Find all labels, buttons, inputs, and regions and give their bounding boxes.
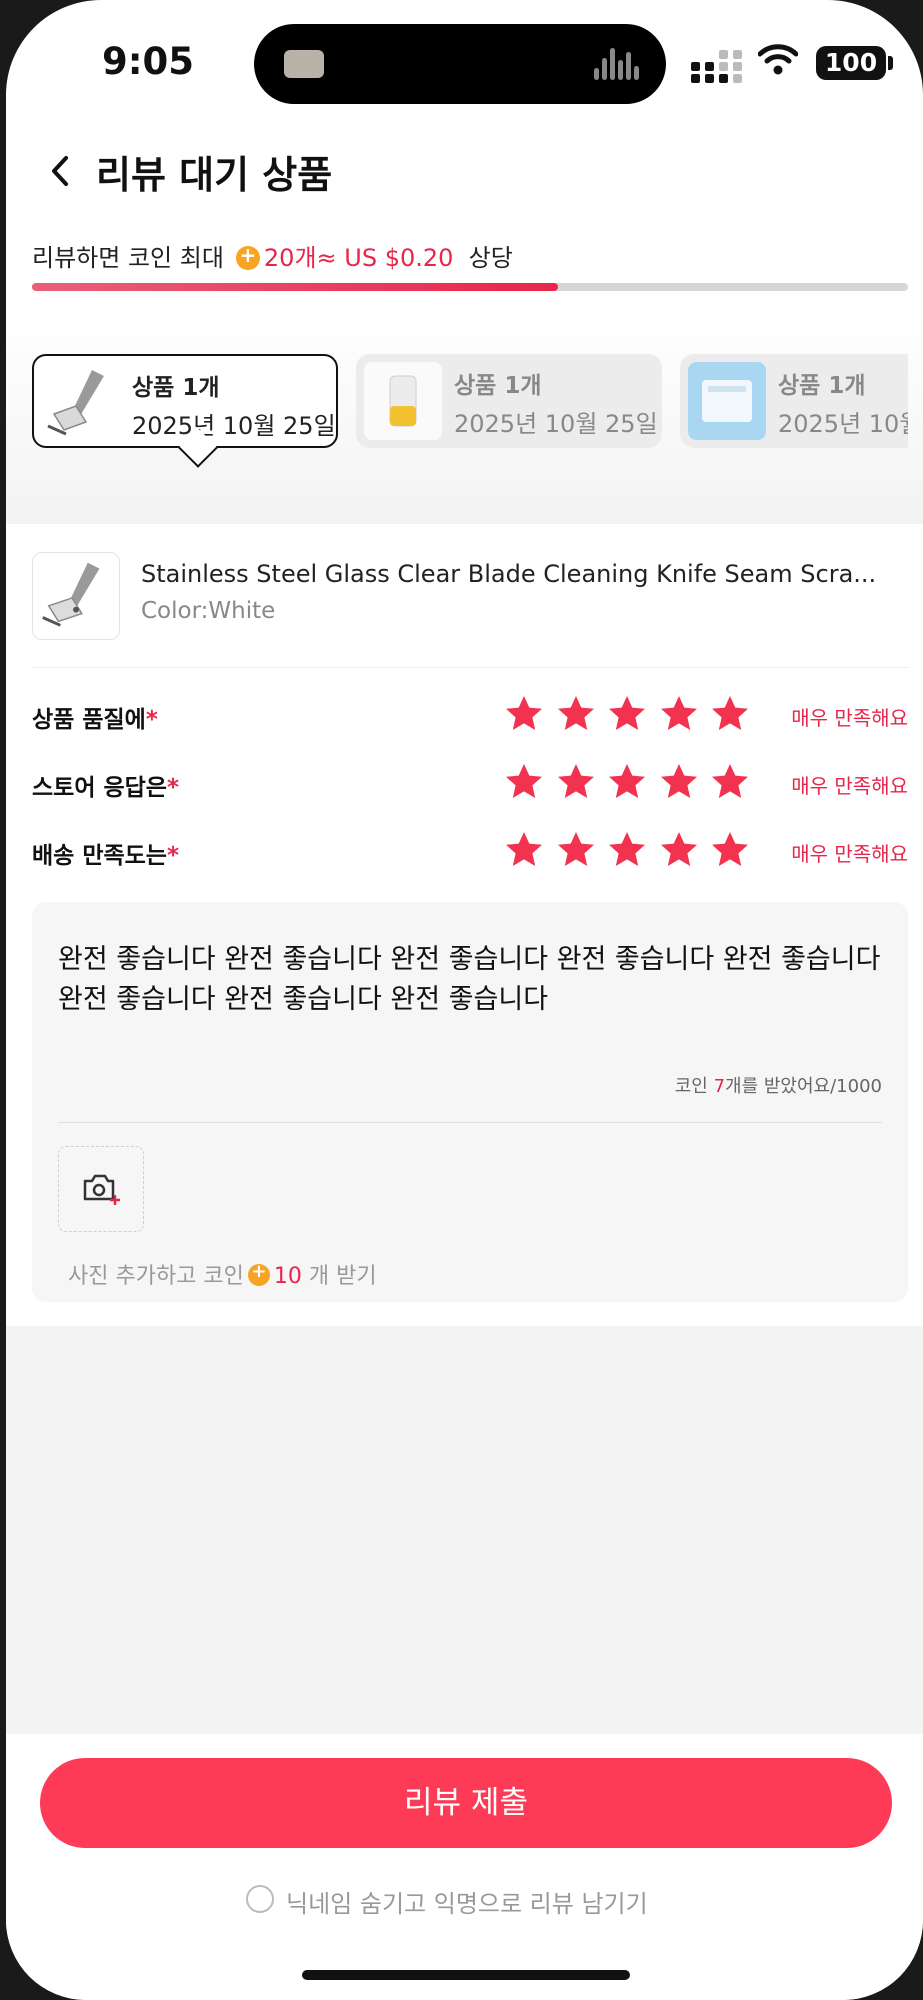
- add-photo-button[interactable]: [58, 1146, 144, 1232]
- status-bar: 9:05 100: [6, 0, 923, 120]
- star-icon[interactable]: [659, 762, 699, 802]
- reward-prefix: 리뷰하면 코인 최대: [32, 244, 224, 272]
- page-header: 리뷰 대기 상품: [6, 130, 923, 220]
- star-icon[interactable]: [504, 694, 544, 734]
- chevron-left-icon[interactable]: [40, 146, 80, 196]
- anonymous-radio[interactable]: [246, 1885, 274, 1913]
- empty-area: [6, 1326, 923, 1734]
- coin-icon: [247, 1261, 270, 1286]
- rating-text: 매우 만족해요: [791, 774, 908, 798]
- rating-label: 상품 품질에*: [32, 707, 158, 733]
- star-icon[interactable]: [504, 762, 544, 802]
- star-rating[interactable]: [504, 690, 764, 740]
- rating-text: 매우 만족해요: [791, 706, 908, 730]
- review-input-box[interactable]: 완전 좋습니다 완전 좋습니다 완전 좋습니다 완전 좋습니다 완전 좋습니다 …: [32, 902, 908, 1302]
- page-title: 리뷰 대기 상품: [96, 153, 333, 197]
- submit-review-button[interactable]: 리뷰 제출: [40, 1758, 892, 1848]
- rating-label: 스토어 응답은*: [32, 775, 179, 801]
- tab-date: 2025년 10월 25일: [454, 410, 658, 438]
- star-icon[interactable]: [607, 694, 647, 734]
- star-icon[interactable]: [710, 762, 750, 802]
- camera-plus-icon: [83, 1174, 120, 1205]
- rating-row-store-response: 스토어 응답은* 매우 만족해요: [32, 758, 908, 808]
- reward-banner: 리뷰하면 코인 최대 20개≈ US $0.20 상당: [32, 238, 513, 273]
- required-mark: *: [145, 707, 158, 733]
- cellular-signal-icon: [691, 50, 743, 83]
- tab-title: 상품 1개: [778, 373, 866, 399]
- star-icon[interactable]: [556, 694, 596, 734]
- product-tab-2[interactable]: 상품 1개 2025년 10월 25일: [356, 354, 662, 448]
- star-rating[interactable]: [504, 758, 764, 808]
- anonymous-label: 닉네임 숨기고 익명으로 리뷰 남기기: [286, 1890, 648, 1918]
- product-tabs: 상품 1개 2025년 10월 25일 상품 1개 2025년 10월 25일: [6, 310, 923, 524]
- rating-label: 배송 만족도는*: [32, 843, 179, 869]
- divider: [32, 667, 908, 668]
- battery-tip: [888, 56, 893, 70]
- review-form: Stainless Steel Glass Clear Blade Cleani…: [6, 524, 923, 1324]
- tab-title: 상품 1개: [454, 373, 542, 399]
- reward-progress-bar: [32, 283, 908, 291]
- rating-row-quality: 상품 품질에* 매우 만족해요: [32, 690, 908, 740]
- product-name: Stainless Steel Glass Clear Blade Cleani…: [141, 560, 877, 588]
- star-rating[interactable]: [504, 826, 764, 876]
- photo-coin-note: 사진 추가하고 코인10 개 받기: [68, 1258, 377, 1290]
- divider: [58, 1122, 882, 1123]
- star-icon[interactable]: [607, 762, 647, 802]
- product-image: [32, 552, 120, 640]
- required-mark: *: [166, 775, 179, 801]
- star-icon[interactable]: [556, 830, 596, 870]
- star-icon[interactable]: [607, 830, 647, 870]
- phone-screen: 9:05 100 리뷰 대기 상품 리뷰하면 코인 최대20개≈ US $0.2: [6, 0, 923, 2000]
- star-icon[interactable]: [659, 830, 699, 870]
- status-time: 9:05: [102, 40, 195, 83]
- product-variant: Color:White: [141, 598, 276, 624]
- home-indicator: [302, 1970, 630, 1980]
- review-textarea[interactable]: 완전 좋습니다 완전 좋습니다 완전 좋습니다 완전 좋습니다 완전 좋습니다 …: [58, 940, 888, 1020]
- wifi-icon: [758, 44, 798, 75]
- reward-progress-fill: [32, 283, 558, 291]
- star-icon[interactable]: [556, 762, 596, 802]
- required-mark: *: [166, 843, 179, 869]
- reward-amount: 20개≈ US $0.20: [263, 244, 454, 272]
- star-icon[interactable]: [710, 694, 750, 734]
- coin-earned-note: 코인 7개를 받았어요/1000: [674, 1076, 882, 1097]
- star-icon[interactable]: [504, 830, 544, 870]
- product-tab-3[interactable]: 상품 1개 2025년 10월: [680, 354, 908, 448]
- star-icon[interactable]: [659, 694, 699, 734]
- rating-text: 매우 만족해요: [791, 842, 908, 866]
- reward-suffix: 상당: [468, 244, 513, 272]
- now-playing-thumbnail: [284, 50, 324, 78]
- appliance-product-thumbnail: [688, 362, 766, 440]
- purifier-product-thumbnail: [364, 362, 442, 440]
- rating-row-shipping: 배송 만족도는* 매우 만족해요: [32, 826, 908, 876]
- bottom-bar: 리뷰 제출 닉네임 숨기고 익명으로 리뷰 남기기: [6, 1734, 923, 2000]
- coin-icon: [235, 243, 260, 270]
- tab-date: 2025년 10월: [778, 410, 908, 438]
- star-icon[interactable]: [710, 830, 750, 870]
- tab-scroll-clip: 상품 1개 2025년 10월 25일 상품 1개 2025년 10월: [6, 310, 908, 524]
- dynamic-island: [254, 24, 666, 104]
- battery-indicator: 100: [816, 46, 886, 80]
- audio-wave-icon: [594, 48, 640, 80]
